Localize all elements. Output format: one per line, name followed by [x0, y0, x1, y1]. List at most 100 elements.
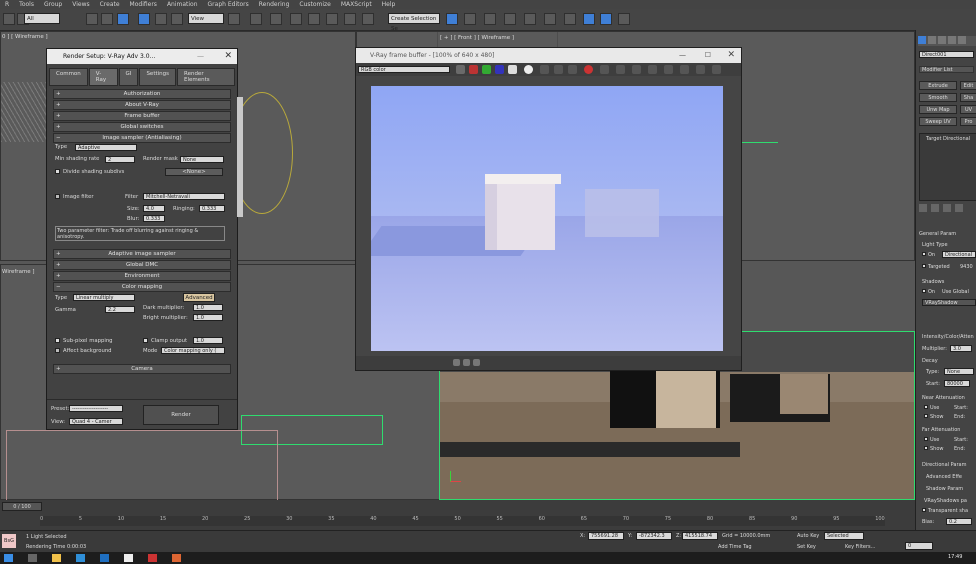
motion-tab-icon[interactable]: [948, 36, 956, 44]
menu-item[interactable]: Graph Editors: [203, 0, 254, 9]
filter-dropdown[interactable]: Mitchell-Netravali: [143, 193, 225, 200]
cm-type-dropdown[interactable]: Linear multiply: [73, 294, 135, 301]
maximize-icon[interactable]: ☐: [705, 48, 711, 63]
zoom-icon[interactable]: [680, 65, 689, 74]
near-show-checkbox[interactable]: [924, 414, 928, 418]
menu-item[interactable]: Tools: [14, 0, 39, 9]
key-filters-button[interactable]: Key Filters...: [845, 544, 875, 550]
blue-channel-icon[interactable]: [495, 65, 504, 74]
decay-start-input[interactable]: 80000: [944, 380, 970, 387]
bias-input[interactable]: 0.2: [946, 518, 972, 525]
hierarchy-tab-icon[interactable]: [938, 36, 946, 44]
modifier-button[interactable]: Smooth: [919, 93, 957, 102]
add-time-tag[interactable]: Add Time Tag: [718, 544, 752, 550]
clear-icon[interactable]: [568, 65, 577, 74]
y-coordinate[interactable]: -872342.3: [636, 532, 672, 540]
minimize-icon[interactable]: —: [679, 48, 686, 63]
named-selection-icon[interactable]: [362, 13, 374, 25]
intensity-header[interactable]: Intensity/Color/Atten: [922, 334, 974, 340]
schematic-icon[interactable]: [544, 13, 556, 25]
modifier-button[interactable]: Sha: [960, 93, 976, 102]
type-dropdown[interactable]: Adaptive: [75, 144, 137, 151]
edge-icon[interactable]: [76, 554, 85, 562]
menu-item[interactable]: MAXScript: [336, 0, 377, 9]
modifier-stack[interactable]: Target Directional: [919, 133, 976, 201]
current-frame-input[interactable]: 0: [905, 542, 933, 550]
spinner-snap-icon[interactable]: [344, 13, 356, 25]
rollout-color-mapping[interactable]: − Color mapping: [53, 282, 231, 292]
vfb-bottom-icon[interactable]: [463, 359, 470, 366]
alpha-channel-icon[interactable]: [508, 65, 517, 74]
load-icon[interactable]: [554, 65, 563, 74]
mono-icon[interactable]: [524, 65, 533, 74]
view-dropdown[interactable]: Quad 4 - Camer: [69, 418, 123, 425]
show-end-result-icon[interactable]: [931, 204, 939, 212]
render-setup-titlebar[interactable]: Render Setup: V-Ray Adv 3.0... ✕ —: [47, 49, 237, 64]
modifier-button[interactable]: Edit: [960, 81, 976, 90]
viewport-label-top[interactable]: 0 ] [ Wireframe ]: [2, 34, 48, 40]
rollout-image-sampler[interactable]: − Image sampler (Antialiasing): [53, 133, 231, 143]
green-channel-icon[interactable]: [482, 65, 491, 74]
z-coordinate[interactable]: 415518.74: [682, 532, 718, 540]
pivot-icon[interactable]: [228, 13, 240, 25]
render-setup-icon[interactable]: [583, 13, 595, 25]
far-use-checkbox[interactable]: [924, 437, 928, 441]
menu-item[interactable]: Animation: [162, 0, 203, 9]
rollout-global-switches[interactable]: + Global switches: [53, 122, 231, 132]
info-icon[interactable]: [712, 65, 721, 74]
vrayshadows-header[interactable]: VRayShadows pa: [924, 498, 967, 504]
rendered-frame-window-icon[interactable]: [600, 13, 612, 25]
select-icon[interactable]: [86, 13, 98, 25]
clamp-input[interactable]: 1.0: [193, 337, 223, 344]
x-coordinate[interactable]: 755691.28: [588, 532, 624, 540]
menu-item[interactable]: R: [0, 0, 14, 9]
pin-stack-icon[interactable]: [919, 204, 927, 212]
modifier-list-dropdown[interactable]: Modifier List: [919, 66, 974, 73]
app-icon[interactable]: [100, 554, 109, 562]
light-on-checkbox[interactable]: [922, 252, 926, 256]
viewport-label-left[interactable]: Wireframe ]: [2, 269, 35, 275]
history-icon[interactable]: [632, 65, 641, 74]
advanced-button[interactable]: Advanced: [183, 293, 215, 302]
3dsmax-icon[interactable]: [172, 554, 181, 562]
mirror-icon[interactable]: [446, 13, 458, 25]
selection-filter-dropdown[interactable]: All: [24, 13, 60, 24]
channel-dropdown[interactable]: RGB color: [358, 66, 450, 73]
stack-item[interactable]: Target Directional: [926, 136, 970, 142]
vfb-bottom-icon[interactable]: [473, 359, 480, 366]
modifier-button[interactable]: Pro: [960, 117, 976, 126]
set-key-button[interactable]: Set Key: [797, 544, 816, 550]
keyboard-shortcut-icon[interactable]: [270, 13, 282, 25]
tab-settings[interactable]: Settings: [139, 68, 176, 86]
menu-item[interactable]: Group: [39, 0, 67, 9]
dialog-scrollbar[interactable]: [237, 97, 243, 217]
close-icon[interactable]: ✕: [224, 49, 232, 64]
blur-input[interactable]: 0.333: [143, 215, 165, 222]
min-shading-input[interactable]: 2: [105, 156, 135, 163]
color-icon[interactable]: [456, 65, 465, 74]
directional-params-header[interactable]: Directional Param: [922, 462, 966, 468]
vfb-titlebar[interactable]: V-Ray frame buffer - [100% of 640 x 480]…: [356, 48, 741, 63]
settings-icon[interactable]: [696, 65, 705, 74]
menu-item[interactable]: Modifiers: [125, 0, 162, 9]
key-mode-dropdown[interactable]: Selected: [824, 532, 864, 540]
rollout-environment[interactable]: + Environment: [53, 271, 231, 281]
transparent-shadows-checkbox[interactable]: [922, 508, 926, 512]
angle-snap-icon[interactable]: [308, 13, 320, 25]
menu-item[interactable]: Create: [95, 0, 125, 9]
multiplier-input[interactable]: 3.0: [950, 345, 972, 352]
modify-tab-icon[interactable]: [928, 36, 936, 44]
time-slider[interactable]: 0 / 100: [2, 502, 42, 511]
percent-snap-icon[interactable]: [326, 13, 338, 25]
move-icon[interactable]: [138, 13, 150, 25]
maxscript-listener[interactable]: BsG: [2, 534, 16, 548]
select-region-icon[interactable]: [117, 13, 129, 25]
menu-item[interactable]: Help: [377, 0, 401, 9]
material-editor-icon[interactable]: [564, 13, 576, 25]
rotate-icon[interactable]: [155, 13, 167, 25]
far-show-checkbox[interactable]: [924, 446, 928, 450]
red-channel-icon[interactable]: [469, 65, 478, 74]
rollout-camera[interactable]: + Camera: [53, 364, 231, 374]
rollout-global-dmc[interactable]: + Global DMC: [53, 260, 231, 270]
render-button[interactable]: Render: [143, 405, 219, 425]
